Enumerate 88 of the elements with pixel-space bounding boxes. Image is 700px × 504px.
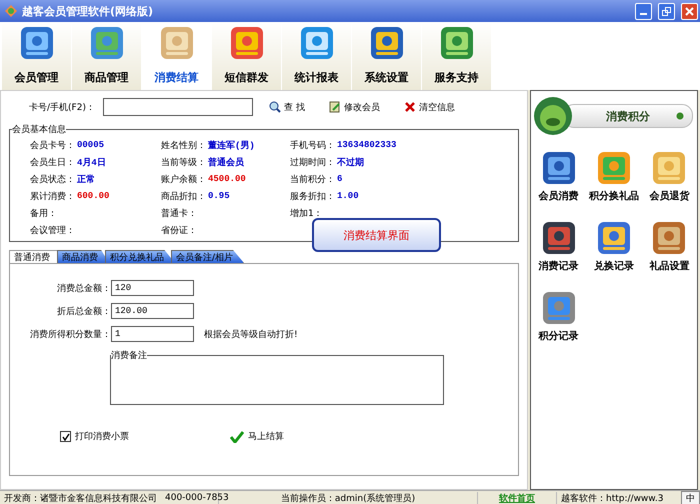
field-label: 会员状态： xyxy=(30,174,75,186)
field-label: 服务折扣： xyxy=(290,190,335,202)
field-label: 会员生日： xyxy=(30,156,75,168)
field-value: 4500.00 xyxy=(208,174,246,184)
field-value: 4月4日 xyxy=(77,156,106,168)
field-label: 过期时间： xyxy=(290,156,335,168)
field-value: 6 xyxy=(337,174,342,184)
minimize-icon xyxy=(640,13,647,15)
hint-text: 根据会员等级自动打折! xyxy=(204,328,298,340)
input-field[interactable]: 120 xyxy=(111,280,194,296)
field-value: 董连军(男) xyxy=(208,139,255,152)
field-label: 增加1： xyxy=(290,208,323,220)
input-field[interactable]: 1 xyxy=(111,326,194,342)
feature-icon xyxy=(652,151,686,185)
toolbar-icon xyxy=(440,26,474,60)
field-label: 账户余额： xyxy=(161,174,206,186)
field-value: 不过期 xyxy=(337,156,364,168)
close-icon xyxy=(685,6,694,16)
ime-indicator[interactable]: 中 xyxy=(681,490,700,504)
feature-button[interactable]: 兑换记录 xyxy=(586,221,642,273)
field-label: 当前积分： xyxy=(290,174,335,186)
field-value: 13634802333 xyxy=(337,140,396,150)
field-label: 会员卡号： xyxy=(30,140,75,152)
feature-icon xyxy=(542,151,576,185)
window-title: 越客会员管理软件(网络版) xyxy=(22,4,154,18)
toolbar-icon xyxy=(20,26,54,60)
toolbar-icon xyxy=(160,26,194,60)
mascot-icon xyxy=(533,96,573,136)
home-link[interactable]: 软件首页 xyxy=(499,492,535,504)
feature-button[interactable]: 会员退货 xyxy=(642,151,697,203)
field-label: 商品折扣： xyxy=(161,190,206,202)
field-label: 消费总金额： xyxy=(56,282,111,294)
check-icon xyxy=(230,430,244,442)
restore-button[interactable] xyxy=(658,2,675,20)
feature-button[interactable]: 会员消费 xyxy=(531,151,586,203)
field-value: 普通会员 xyxy=(208,156,244,168)
feature-button[interactable]: 积分换礼品 xyxy=(586,151,642,203)
toolbar-icon xyxy=(300,26,334,60)
search-icon xyxy=(268,101,281,113)
field-label: 手机号码： xyxy=(290,140,335,152)
toolbar-icon xyxy=(230,26,264,60)
feature-icon xyxy=(542,221,576,255)
field-label: 累计消费： xyxy=(30,190,75,202)
field-label: 会议管理： xyxy=(30,224,75,236)
field-label: 当前等级： xyxy=(161,156,206,168)
card-number-field[interactable] xyxy=(102,98,253,116)
field-value: 0.95 xyxy=(208,191,230,201)
field-label: 消费所得积分数量： xyxy=(29,328,111,340)
print-receipt-checkbox[interactable]: 打印消费小票 xyxy=(60,430,129,443)
sub-tab[interactable]: 会员备注/相片 xyxy=(171,250,244,263)
field-label: 普通卡： xyxy=(161,207,197,220)
developer-text: 开发商：诸暨市金客信息科技有限公司 xyxy=(4,492,157,504)
settle-button[interactable]: 马上结算 xyxy=(224,429,290,444)
status-dot-icon xyxy=(676,112,684,120)
feature-icon xyxy=(596,221,631,255)
field-label: 省份证： xyxy=(161,224,197,236)
field-value: 正常 xyxy=(77,173,95,186)
card-number-label: 卡号/手机(F2)： xyxy=(29,102,95,114)
website-text: 越客软件：http://www.3 xyxy=(561,492,664,504)
edit-icon xyxy=(328,101,341,113)
field-value: 00005 xyxy=(77,140,104,150)
app-logo-icon xyxy=(4,4,18,18)
feature-button[interactable]: 消费记录 xyxy=(531,221,586,273)
feature-icon xyxy=(542,291,576,325)
input-field[interactable]: 120.00 xyxy=(111,303,194,319)
group-title: 会员基本信息 xyxy=(12,124,66,136)
field-value: 1.00 xyxy=(337,191,359,201)
phone-text: 400-000-7853 xyxy=(165,493,229,503)
field-label: 姓名性别： xyxy=(161,140,206,152)
toolbar-icon xyxy=(90,26,124,60)
field-label: 折后总金额： xyxy=(56,306,111,318)
feature-icon xyxy=(596,151,631,185)
field-value: 600.00 xyxy=(77,191,110,201)
clear-icon xyxy=(404,101,416,113)
toolbar-button[interactable]: 清空信息 xyxy=(396,100,463,114)
feature-button[interactable]: 积分记录 xyxy=(531,291,586,343)
toolbar-button[interactable]: 修改会员 xyxy=(320,100,388,114)
toolbar-icon xyxy=(370,26,404,60)
restore-icon xyxy=(662,6,671,16)
close-button[interactable] xyxy=(681,2,698,20)
toolbar-button[interactable]: 查 找 xyxy=(260,100,313,114)
operator-text: 当前操作员：admin(系统管理员) xyxy=(280,492,416,504)
feature-button[interactable]: 礼品设置 xyxy=(642,221,697,273)
notes-field[interactable]: 消费备注 xyxy=(110,349,444,405)
field-label: 备用： xyxy=(30,208,57,220)
callout: 消费结算界面 xyxy=(312,218,441,252)
feature-icon xyxy=(652,221,686,255)
minimize-button[interactable] xyxy=(635,2,652,20)
